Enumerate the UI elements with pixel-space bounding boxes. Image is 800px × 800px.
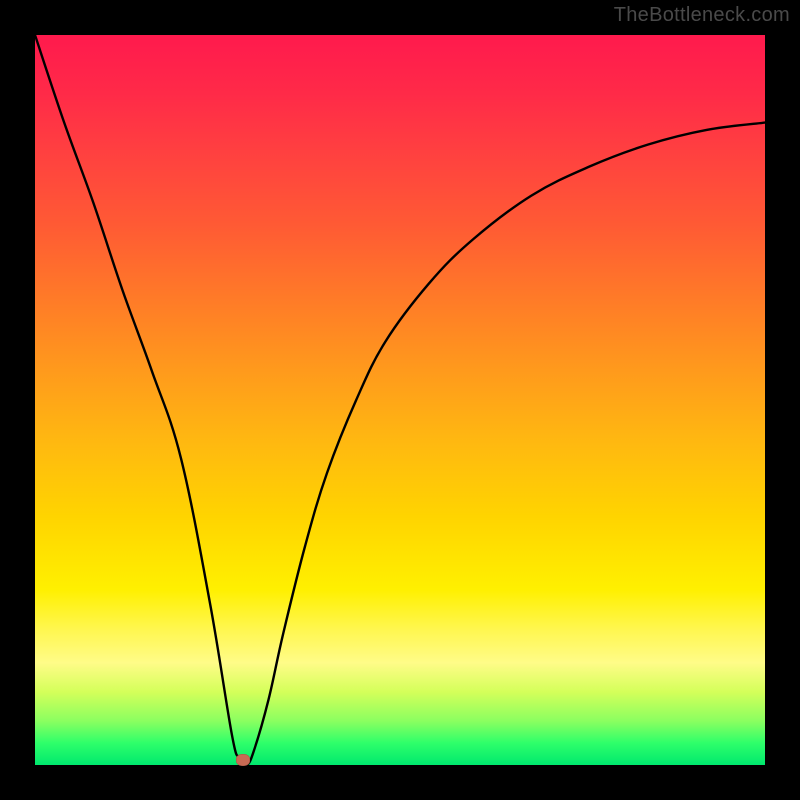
bottleneck-curve — [35, 35, 765, 765]
plot-area — [35, 35, 765, 765]
chart-frame: TheBottleneck.com — [0, 0, 800, 800]
optimum-marker — [236, 754, 250, 766]
watermark-text: TheBottleneck.com — [614, 4, 790, 27]
